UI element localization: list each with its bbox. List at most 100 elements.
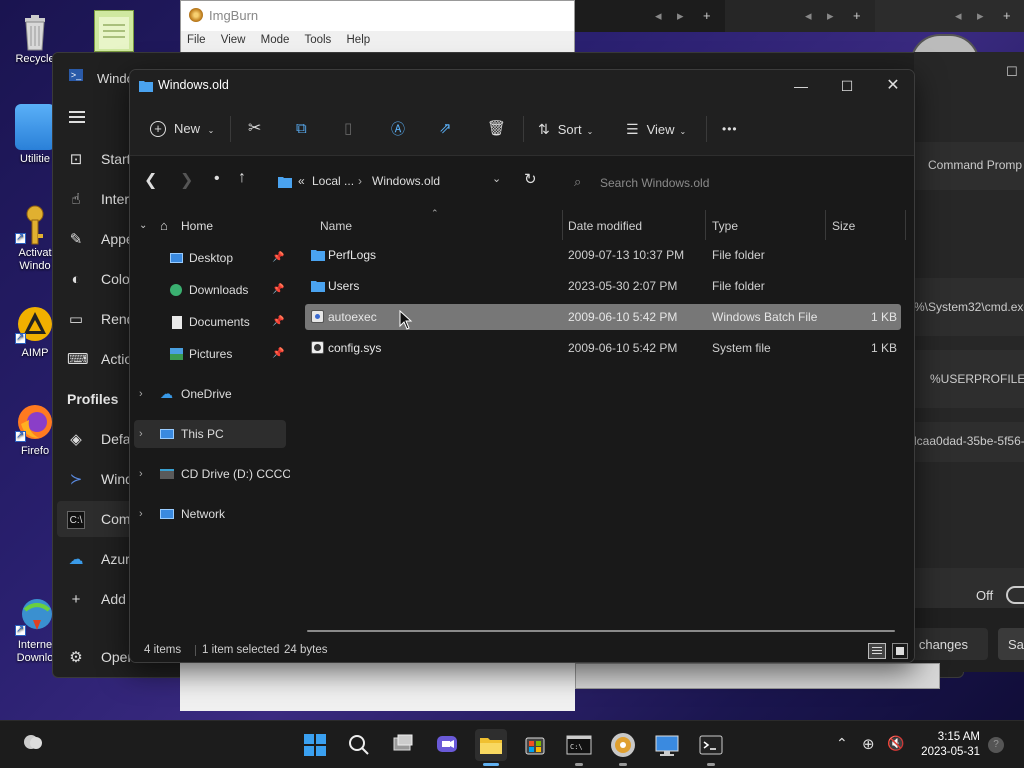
file-row-autoexec[interactable]: autoexec 2009-06-10 5:42 PM Windows Batc…: [305, 304, 901, 330]
search-box[interactable]: ⌕ Search Windows.old: [562, 168, 898, 196]
paste-button[interactable]: ▯: [344, 116, 352, 142]
expand-chevron-icon[interactable]: ›: [139, 460, 143, 488]
column-name[interactable]: Name: [320, 212, 352, 240]
nav-onedrive[interactable]: › ☁ OneDrive: [130, 380, 290, 408]
file-row-users[interactable]: Users 2023-05-30 2:07 PM File folder: [305, 273, 901, 299]
column-size[interactable]: Size: [832, 212, 855, 240]
view-button[interactable]: ☰ View ⌄: [626, 116, 686, 142]
tab-scroll-right-icon[interactable]: ▸: [827, 8, 834, 24]
nav-pictures[interactable]: Pictures 📌: [130, 340, 290, 368]
cut-button[interactable]: ✂: [248, 116, 261, 142]
close-button[interactable]: ✕: [870, 70, 914, 102]
breadcrumb-local[interactable]: Local ...: [312, 174, 354, 188]
column-type[interactable]: Type: [712, 212, 738, 240]
new-tab-icon[interactable]: +: [703, 8, 711, 23]
search-input[interactable]: Search Windows.old: [600, 176, 709, 190]
expand-chevron-icon[interactable]: ›: [139, 420, 143, 448]
horizontal-scrollbar[interactable]: [307, 630, 895, 632]
tab-scroll-left-icon[interactable]: ◂: [805, 8, 812, 24]
copy-button[interactable]: ⧉: [296, 116, 307, 142]
add-profile[interactable]: + Add: [53, 581, 133, 617]
terminal-button[interactable]: [695, 729, 727, 766]
show-hidden-icons-chevron-icon[interactable]: ⌃: [836, 735, 848, 752]
discard-changes-button[interactable]: d changes: [914, 628, 988, 660]
save-button[interactable]: Sa: [998, 628, 1024, 660]
terminal-close-icon[interactable]: ☐: [1006, 64, 1018, 80]
imgburn-menu-tools[interactable]: Tools: [304, 34, 331, 46]
nav-appearance[interactable]: ✎ Appea: [53, 221, 142, 257]
cmdline-value[interactable]: %\System32\cmd.exe: [914, 300, 1024, 314]
clock[interactable]: 3:15 AM 2023-05-31: [921, 730, 980, 760]
open-json[interactable]: ⚙ Open: [53, 639, 135, 675]
details-view-icon[interactable]: [868, 643, 886, 659]
new-button[interactable]: + New ⌄: [150, 116, 214, 142]
store-button[interactable]: [519, 729, 551, 761]
pin-icon[interactable]: 📌: [272, 244, 284, 272]
nav-interaction[interactable]: ☝ Intera: [53, 181, 136, 217]
teams-chat-button[interactable]: [431, 729, 463, 761]
imgburn-menu-file[interactable]: File: [187, 34, 206, 46]
back-button[interactable]: ❮: [144, 170, 157, 190]
nav-cd-drive[interactable]: › CD Drive (D:) CCCOM: [130, 460, 290, 488]
rename-button[interactable]: Ⓐ: [391, 116, 405, 142]
profile-command-prompt[interactable]: C:\ Com: [57, 501, 133, 537]
breadcrumb-windows-old[interactable]: Windows.old: [372, 174, 440, 188]
imgburn-titlebar[interactable]: ImgBurn: [181, 1, 574, 31]
pin-icon[interactable]: 📌: [272, 340, 284, 368]
address-box[interactable]: « Local ... › Windows.old ⌄: [270, 168, 508, 196]
minimize-button[interactable]: —: [778, 70, 824, 102]
start-dir-value[interactable]: %USERPROFILE%: [930, 372, 1024, 386]
expand-chevron-icon[interactable]: ›: [139, 500, 143, 528]
sort-button[interactable]: ⇅ Sort ⌄: [538, 116, 593, 142]
delete-button[interactable]: 🗑: [487, 116, 506, 142]
nav-desktop[interactable]: Desktop 📌: [130, 244, 290, 272]
expand-chevron-icon[interactable]: ›: [139, 380, 143, 408]
maximize-button[interactable]: ☐: [824, 70, 870, 102]
nav-this-pc[interactable]: › This PC: [134, 420, 286, 448]
tab-scroll-left-icon[interactable]: ◂: [655, 8, 662, 24]
imgburn-menu-mode[interactable]: Mode: [261, 34, 290, 46]
explorer-titlebar[interactable]: Windows.old — ☐ ✕: [130, 70, 914, 102]
weather-widget[interactable]: [20, 731, 44, 751]
imgburn-menu-help[interactable]: Help: [347, 34, 371, 46]
notepad-icon[interactable]: [94, 10, 134, 52]
profile-defaults[interactable]: ◈ Defa: [53, 421, 133, 457]
expand-chevron-icon[interactable]: ⌄: [139, 212, 147, 240]
breadcrumb-overflow[interactable]: «: [298, 174, 305, 188]
new-tab-icon[interactable]: +: [1003, 8, 1011, 23]
imgburn-button[interactable]: [607, 729, 639, 766]
share-button[interactable]: ⇗: [439, 116, 452, 142]
tab-scroll-right-icon[interactable]: ▸: [977, 8, 984, 24]
file-row-config-sys[interactable]: config.sys 2009-06-10 5:42 PM System fil…: [305, 335, 901, 361]
task-view-button[interactable]: [387, 729, 419, 761]
start-button[interactable]: [299, 729, 331, 761]
tab-scroll-left-icon[interactable]: ◂: [955, 8, 962, 24]
up-button[interactable]: ↑: [238, 169, 246, 187]
nav-color-schemes[interactable]: ◐ Colo: [53, 261, 133, 297]
profile-azure[interactable]: ☁ Azur: [53, 541, 133, 577]
explorer-window[interactable]: Windows.old — ☐ ✕ + New ⌄ ✂ ⧉ ▯ Ⓐ ⇗ 🗑 ⇅ So…: [129, 69, 915, 663]
file-explorer-button[interactable]: [475, 729, 507, 766]
nav-documents[interactable]: Documents 📌: [130, 308, 290, 336]
address-dropdown-icon[interactable]: ⌄: [492, 172, 501, 185]
tab-scroll-right-icon[interactable]: ▸: [677, 8, 684, 24]
volume-muted-icon[interactable]: 🔇: [887, 735, 904, 752]
cmd-button[interactable]: C:\: [563, 729, 595, 766]
forward-button[interactable]: ❯: [180, 170, 193, 190]
hamburger-menu-icon[interactable]: [69, 111, 85, 123]
toggle-switch[interactable]: [1006, 586, 1024, 604]
file-row-perflogs[interactable]: PerfLogs 2009-07-13 10:37 PM File folder: [305, 242, 901, 268]
nav-startup[interactable]: ⊡ Startu: [53, 141, 139, 177]
profile-windows-powershell[interactable]: ≻ Windo: [53, 461, 141, 497]
new-tab-icon[interactable]: +: [853, 8, 861, 23]
tiles-view-icon[interactable]: [892, 643, 908, 659]
globe-icon[interactable]: ⊕: [862, 735, 875, 753]
search-button[interactable]: [343, 729, 375, 761]
pin-icon[interactable]: 📌: [272, 308, 284, 336]
column-date-modified[interactable]: Date modified: [568, 212, 642, 240]
nav-downloads[interactable]: Downloads 📌: [130, 276, 290, 304]
nav-rendering[interactable]: ▭ Rend: [53, 301, 135, 337]
recent-dot-icon[interactable]: •: [214, 170, 220, 188]
nav-network[interactable]: › Network: [130, 500, 290, 528]
imgburn-window[interactable]: ImgBurn File View Mode Tools Help: [180, 0, 575, 60]
